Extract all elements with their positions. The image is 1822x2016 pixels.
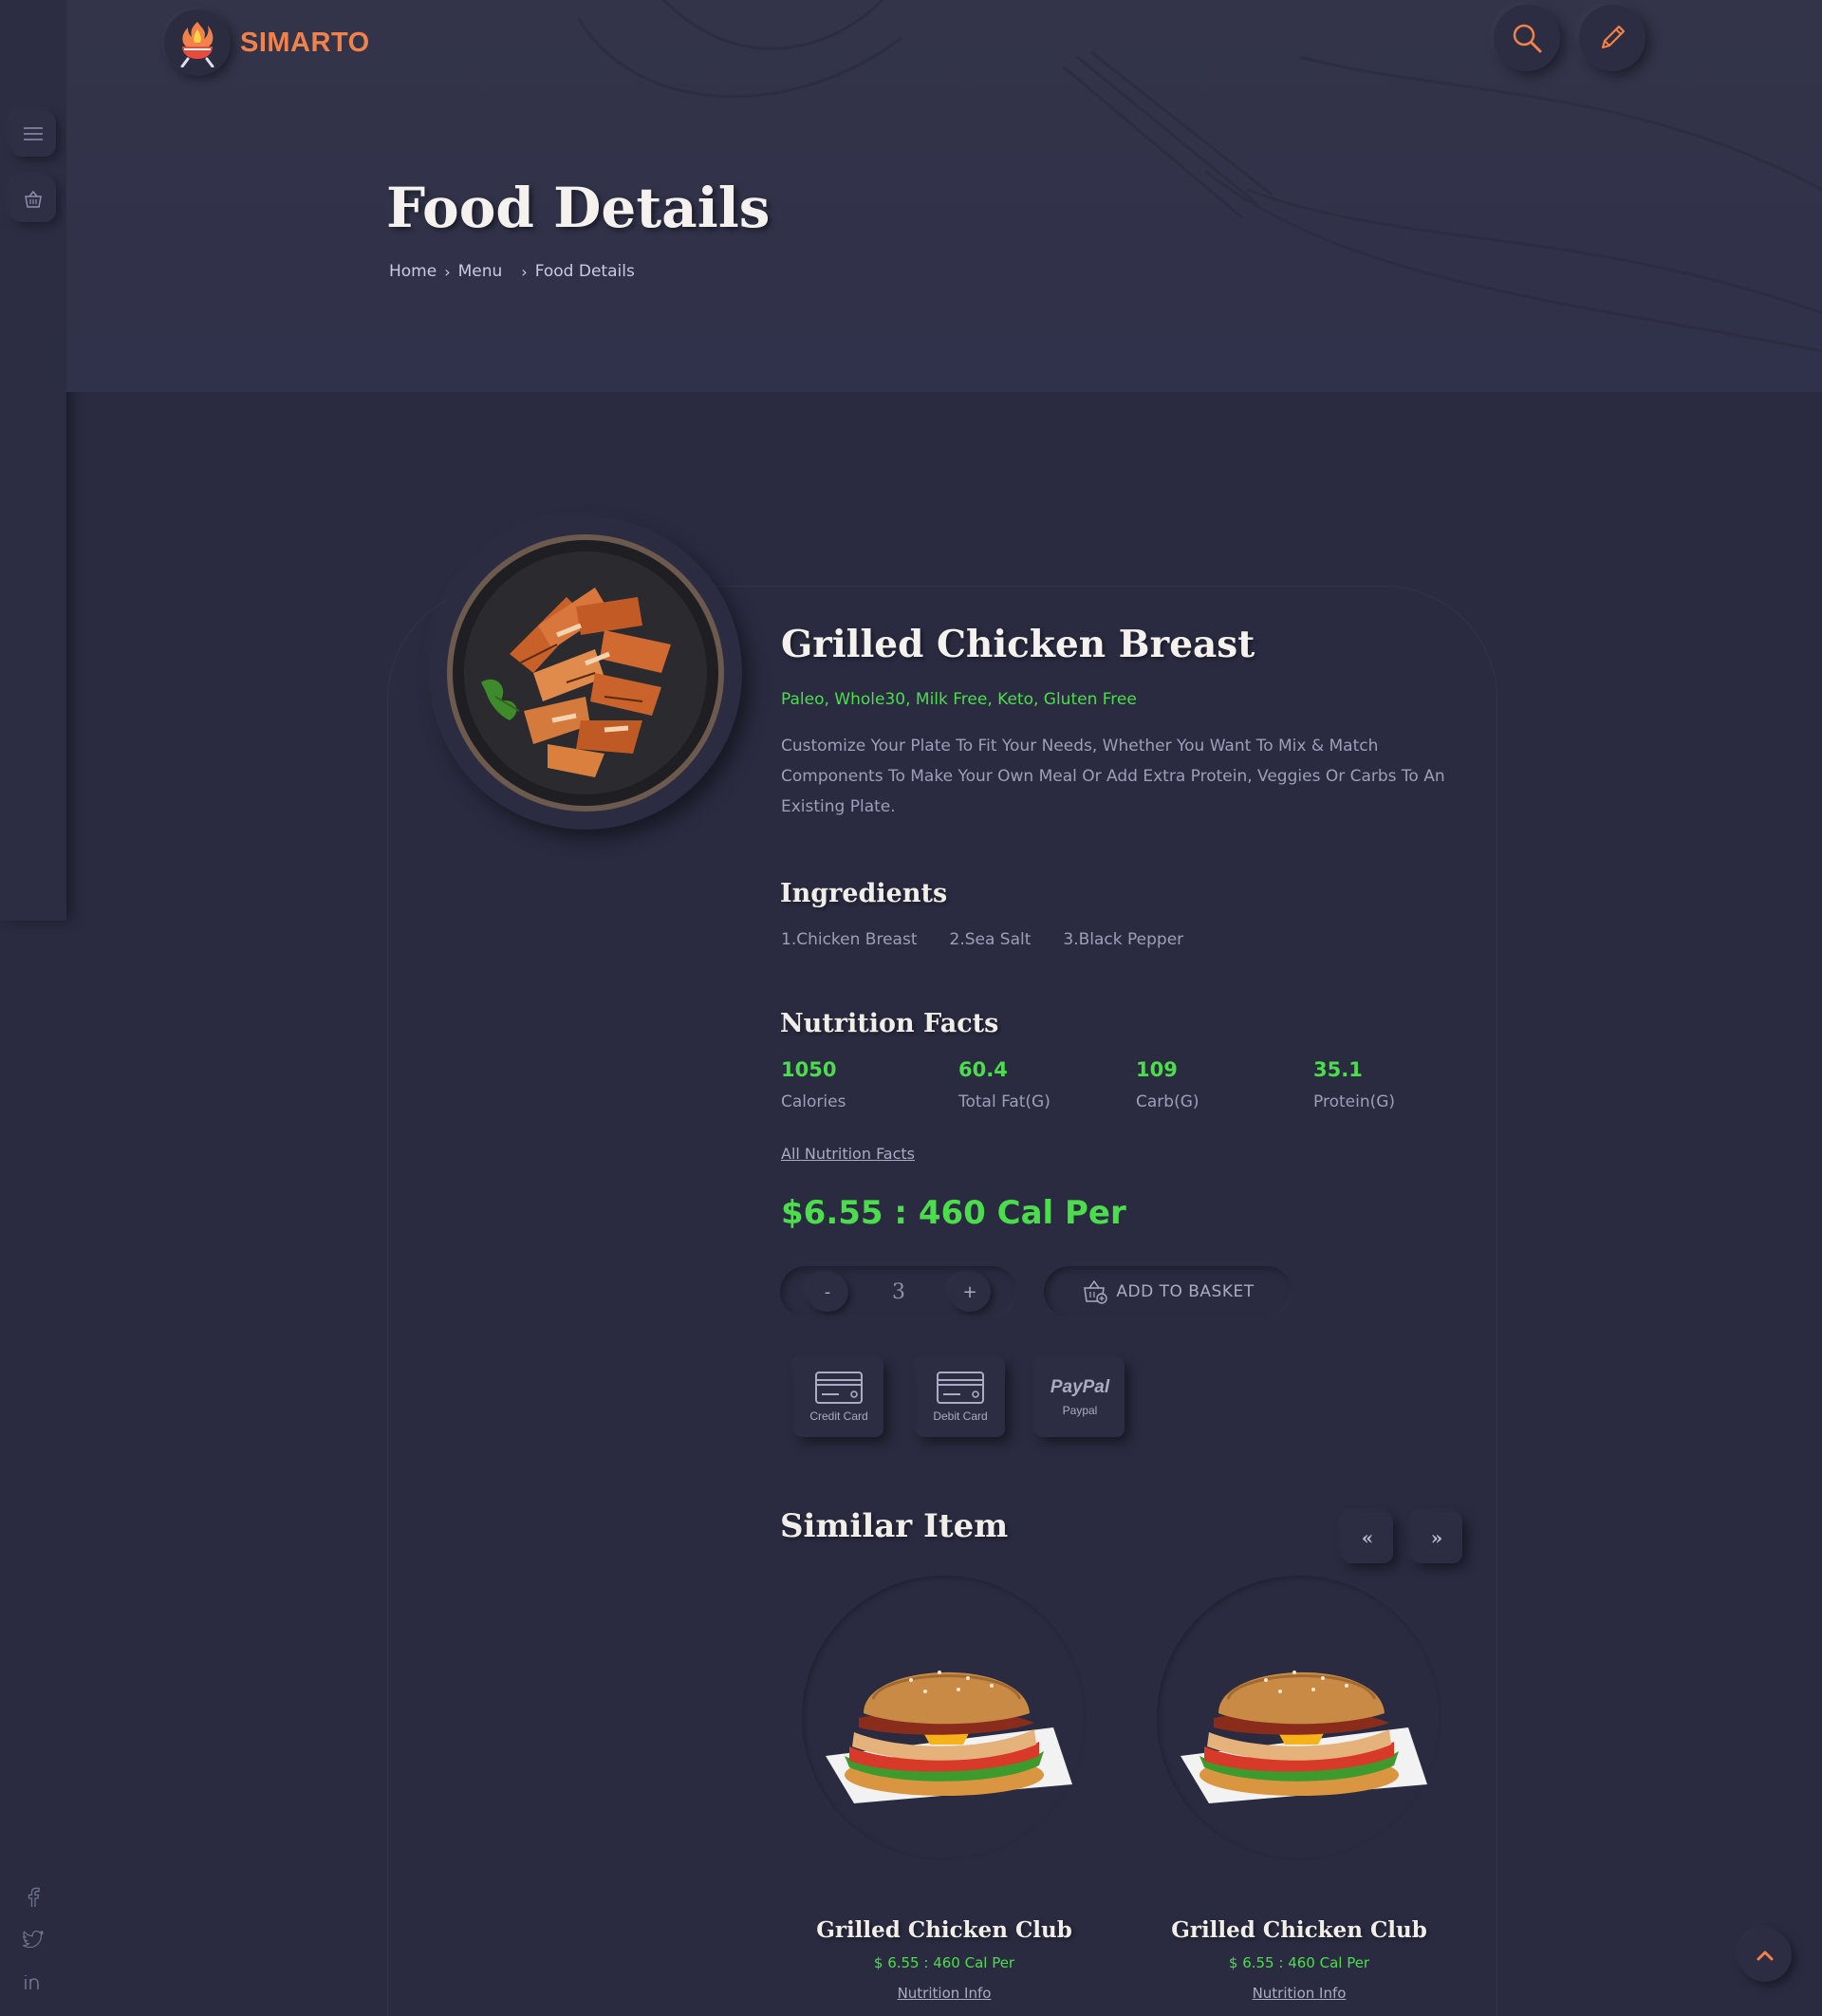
add-to-basket-label: ADD TO BASKET [1116, 1282, 1255, 1301]
similar-item-card[interactable]: Grilled Chicken Club $ 6.55 : 460 Cal Pe… [802, 1576, 1087, 2002]
brand-name: SIMARTO [240, 27, 370, 58]
similar-item-price: $ 6.55 : 460 Cal Per [1228, 1954, 1370, 1971]
scroll-to-top-button[interactable] [1738, 1929, 1792, 1982]
payment-debit-card[interactable]: Debit Card [916, 1357, 1005, 1437]
double-chevron-right-icon: » [1430, 1526, 1443, 1549]
similar-item-title[interactable]: Grilled Chicken Club [1157, 1917, 1441, 1943]
grill-flame-icon [180, 22, 214, 67]
list-item: 1.Chicken Breast [781, 930, 918, 949]
breadcrumb-menu[interactable]: Menu [458, 262, 503, 281]
food-image [1157, 1576, 1441, 1860]
chevron-up-icon [1757, 1951, 1774, 1961]
edit-button[interactable] [1579, 5, 1645, 71]
basket-icon [25, 190, 42, 208]
logo-mark [164, 9, 231, 76]
quantity-stepper: - 3 + [780, 1266, 1017, 1317]
chicken-club-sandwich-image [826, 1671, 1072, 1803]
twitter-link[interactable] [21, 1927, 46, 1951]
nutrition-info-link[interactable]: Nutrition Info [1253, 1985, 1347, 2002]
nutrition-value: 109 [1136, 1058, 1178, 1081]
quantity-value[interactable]: 3 [875, 1266, 922, 1317]
food-image [802, 1576, 1087, 1860]
double-chevron-left-icon: « [1361, 1526, 1374, 1549]
decrease-quantity-button[interactable]: - [807, 1272, 848, 1312]
breadcrumb-current: Food Details [534, 262, 635, 281]
list-item: 2.Sea Salt [949, 930, 1032, 949]
chevron-right-icon: › [444, 262, 451, 281]
linkedin-link[interactable] [21, 1969, 46, 1994]
nutrition-value: 60.4 [958, 1058, 1008, 1081]
nutrition-item-calories: 1050 Calories [781, 1058, 958, 1111]
nutrition-item-carb: 109 Carb(G) [1136, 1058, 1313, 1111]
basket-add-icon [1084, 1279, 1108, 1304]
search-button[interactable] [1494, 5, 1560, 71]
sidebar [0, 0, 66, 921]
nutrition-label: Total Fat(G) [958, 1092, 1050, 1111]
twitter-icon [23, 1931, 44, 1948]
linkedin-icon [25, 1975, 39, 1989]
pencil-icon [1601, 25, 1626, 49]
price-label: $6.55 : 460 Cal Per [781, 1194, 1126, 1232]
nutrition-heading: Nutrition Facts [780, 1009, 999, 1038]
chicken-club-sandwich-image [1181, 1671, 1427, 1803]
similar-prev-button[interactable]: « [1342, 1512, 1393, 1563]
nutrition-item-fat: 60.4 Total Fat(G) [958, 1058, 1136, 1111]
similar-items-heading: Similar Item [780, 1507, 1009, 1545]
breadcrumb-home[interactable]: Home [389, 262, 437, 281]
payment-label: Credit Card [809, 1409, 868, 1423]
paypal-icon: PayPal [1050, 1377, 1110, 1397]
ingredients-list: 1.Chicken Breast 2.Sea Salt 3.Black Pepp… [781, 930, 1183, 949]
credit-card-icon [815, 1372, 863, 1404]
ingredients-heading: Ingredients [780, 879, 948, 908]
breadcrumb: Home › Menu › Food Details [389, 262, 635, 281]
food-image [429, 516, 742, 830]
increase-quantity-button[interactable]: + [949, 1272, 991, 1312]
similar-item-price: $ 6.55 : 460 Cal Per [873, 1954, 1015, 1971]
facebook-link[interactable] [21, 1885, 46, 1910]
debit-card-icon [937, 1372, 984, 1404]
nutrition-label: Carb(G) [1136, 1092, 1199, 1111]
search-icon [1513, 24, 1542, 53]
nutrition-item-protein: 35.1 Protein(G) [1313, 1058, 1491, 1111]
basket-button[interactable] [10, 177, 56, 222]
nutrition-value: 1050 [781, 1058, 837, 1081]
all-nutrition-facts-link[interactable]: All Nutrition Facts [781, 1145, 915, 1163]
food-description: Customize Your Plate To Fit Your Needs, … [781, 737, 1445, 816]
nutrition-facts: 1050 Calories 60.4 Total Fat(G) 109 Carb… [781, 1058, 1491, 1111]
similar-next-button[interactable]: » [1411, 1512, 1462, 1563]
nutrition-label: Calories [781, 1092, 846, 1111]
food-title: Grilled Chicken Breast [781, 623, 1255, 666]
payment-credit-card[interactable]: Credit Card [794, 1357, 883, 1437]
menu-button[interactable] [10, 111, 56, 157]
facebook-icon [28, 1887, 40, 1907]
similar-item-card[interactable]: Grilled Chicken Club $ 6.55 : 460 Cal Pe… [1157, 1576, 1441, 2002]
menu-icon [24, 127, 43, 140]
add-to-basket-button[interactable]: ADD TO BASKET [1044, 1266, 1292, 1317]
page-title: Food Details [386, 176, 771, 240]
payment-label: Paypal [1062, 1404, 1098, 1417]
similar-item-title[interactable]: Grilled Chicken Club [802, 1917, 1087, 1943]
brand-logo[interactable]: SIMARTO [164, 9, 370, 76]
page-header: SIMARTO [66, 0, 1822, 392]
diet-tags: Paleo, Whole30, Milk Free, Keto, Gluten … [781, 690, 1137, 709]
grilled-chicken-plate-image [447, 534, 724, 812]
nutrition-label: Protein(G) [1313, 1092, 1396, 1111]
nutrition-value: 35.1 [1313, 1058, 1363, 1081]
chevron-right-icon: › [521, 262, 528, 281]
list-item: 3.Black Pepper [1063, 930, 1184, 949]
nutrition-info-link[interactable]: Nutrition Info [898, 1985, 992, 2002]
payment-paypal[interactable]: PayPal Paypal [1035, 1357, 1125, 1437]
payment-label: Debit Card [933, 1409, 988, 1423]
